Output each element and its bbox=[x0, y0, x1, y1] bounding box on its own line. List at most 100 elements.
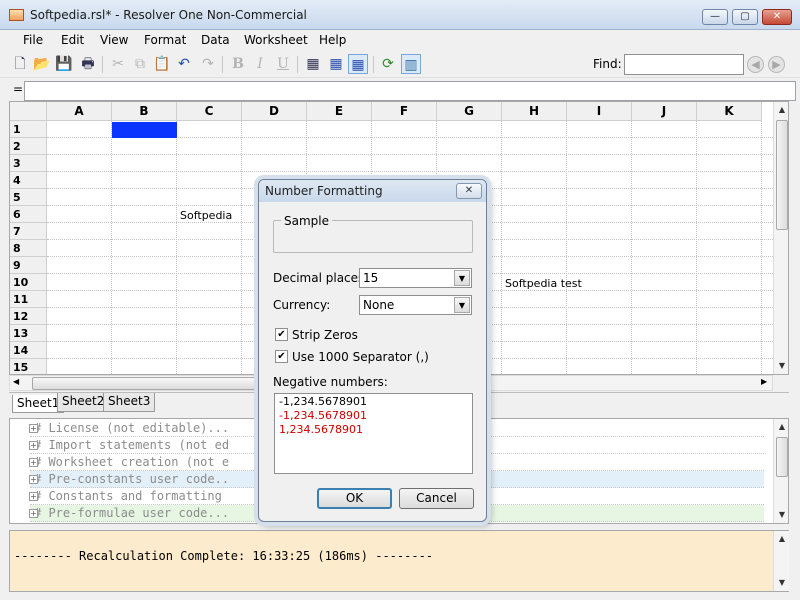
cell-h10[interactable]: Softpedia test bbox=[505, 277, 582, 290]
menu-worksheet[interactable]: Worksheet bbox=[244, 33, 308, 47]
column-header-i[interactable]: I bbox=[567, 102, 632, 121]
chevron-down-icon[interactable]: ▼ bbox=[454, 297, 470, 313]
separator-checkbox[interactable]: ✔ bbox=[275, 350, 288, 363]
open-folder-icon[interactable]: 📂 bbox=[32, 54, 52, 74]
negative-option[interactable]: 1,234.5678901 bbox=[279, 423, 363, 436]
minimize-button[interactable]: — bbox=[702, 9, 728, 25]
row-header-14[interactable]: 14 bbox=[10, 342, 47, 359]
grid-icon[interactable]: ▦ bbox=[326, 54, 346, 74]
negative-numbers-list[interactable]: -1,234.5678901 -1,234.5678901 1,234.5678… bbox=[274, 393, 473, 474]
column-header-g[interactable]: G bbox=[437, 102, 502, 121]
cell-c6[interactable]: Softpedia bbox=[180, 209, 232, 222]
scroll-down-icon[interactable]: ▼ bbox=[774, 575, 790, 591]
scroll-thumb[interactable] bbox=[776, 437, 788, 477]
new-file-icon[interactable]: 🗋 bbox=[10, 54, 30, 74]
sheet-tab-2[interactable]: Sheet2 bbox=[57, 393, 110, 412]
row-header-13[interactable]: 13 bbox=[10, 325, 47, 342]
expand-icon[interactable]: + bbox=[29, 509, 38, 518]
currency-select[interactable]: None ▼ bbox=[359, 295, 472, 315]
menu-format[interactable]: Format bbox=[144, 33, 186, 47]
row-header-5[interactable]: 5 bbox=[10, 189, 47, 206]
find-previous-icon[interactable]: ◀ bbox=[747, 56, 764, 73]
save-icon[interactable]: 💾 bbox=[54, 54, 74, 74]
scroll-up-icon[interactable]: ▲ bbox=[774, 531, 790, 547]
strip-zeros-checkbox[interactable]: ✔ bbox=[275, 328, 288, 341]
gridlines-toggle-icon[interactable]: ▦ bbox=[348, 54, 368, 74]
row-header-11[interactable]: 11 bbox=[10, 291, 47, 308]
grid-corner[interactable] bbox=[10, 102, 47, 121]
sheet-tab-3[interactable]: Sheet3 bbox=[103, 393, 156, 412]
italic-icon[interactable]: I bbox=[250, 54, 270, 74]
expand-icon[interactable]: + bbox=[29, 475, 38, 484]
row-header-3[interactable]: 3 bbox=[10, 155, 47, 172]
ok-button[interactable]: OK bbox=[317, 488, 392, 509]
scroll-thumb[interactable] bbox=[776, 120, 788, 230]
grid-vertical-scrollbar[interactable]: ▲ ▼ bbox=[773, 102, 788, 374]
cancel-button[interactable]: Cancel bbox=[399, 488, 474, 509]
row-header-6[interactable]: 6 bbox=[10, 206, 47, 223]
row-header-1[interactable]: 1 bbox=[10, 121, 47, 138]
print-icon[interactable]: 🖶 bbox=[78, 54, 98, 74]
negative-option[interactable]: -1,234.5678901 bbox=[279, 395, 367, 408]
scroll-up-icon[interactable]: ▲ bbox=[774, 102, 788, 118]
expand-icon[interactable]: + bbox=[29, 458, 38, 467]
border-icon[interactable]: ▦ bbox=[303, 54, 323, 74]
row-header-10[interactable]: 10 bbox=[10, 274, 47, 291]
close-button[interactable]: ✕ bbox=[762, 9, 792, 25]
grid-column-line bbox=[566, 121, 567, 374]
undo-icon[interactable]: ↶ bbox=[174, 54, 194, 74]
row-header-4[interactable]: 4 bbox=[10, 172, 47, 189]
recalculate-icon[interactable]: ⟳ bbox=[378, 54, 398, 74]
scroll-right-icon[interactable]: ▶ bbox=[761, 377, 767, 386]
scroll-down-icon[interactable]: ▼ bbox=[774, 358, 788, 374]
chevron-down-icon[interactable]: ▼ bbox=[454, 270, 470, 286]
row-header-9[interactable]: 9 bbox=[10, 257, 47, 274]
menu-view[interactable]: View bbox=[100, 33, 128, 47]
column-header-d[interactable]: D bbox=[242, 102, 307, 121]
expand-icon[interactable]: + bbox=[29, 441, 38, 450]
scroll-down-icon[interactable]: ▼ bbox=[774, 507, 788, 523]
bold-icon[interactable]: B bbox=[228, 54, 248, 74]
expand-icon[interactable]: + bbox=[29, 492, 38, 501]
redo-icon[interactable]: ↷ bbox=[198, 54, 218, 74]
column-header-b[interactable]: B bbox=[112, 102, 177, 121]
menu-file[interactable]: File bbox=[23, 33, 43, 47]
copy-icon[interactable]: ⧉ bbox=[130, 54, 150, 74]
menu-edit[interactable]: Edit bbox=[61, 33, 84, 47]
column-header-a[interactable]: A bbox=[47, 102, 112, 121]
scroll-up-icon[interactable]: ▲ bbox=[774, 419, 788, 435]
cut-icon[interactable]: ✂ bbox=[108, 54, 128, 74]
column-header-h[interactable]: H bbox=[502, 102, 567, 121]
dialog-title-bar[interactable]: Number Formatting ✕ bbox=[259, 180, 486, 202]
row-header-7[interactable]: 7 bbox=[10, 223, 47, 240]
decimal-places-select[interactable]: 15 ▼ bbox=[359, 268, 472, 288]
column-header-k[interactable]: K bbox=[697, 102, 762, 121]
maximize-button[interactable]: ▢ bbox=[732, 9, 758, 25]
column-header-c[interactable]: C bbox=[177, 102, 242, 121]
column-header-e[interactable]: E bbox=[307, 102, 372, 121]
menu-data[interactable]: Data bbox=[201, 33, 230, 47]
column-header-f[interactable]: F bbox=[372, 102, 437, 121]
dialog-close-button[interactable]: ✕ bbox=[456, 183, 482, 199]
find-input[interactable] bbox=[624, 54, 744, 75]
negative-option[interactable]: -1,234.5678901 bbox=[279, 409, 367, 422]
output-console: -------- Recalculation Complete: 16:33:2… bbox=[9, 530, 789, 592]
underline-icon[interactable]: U bbox=[273, 54, 293, 74]
row-header-2[interactable]: 2 bbox=[10, 138, 47, 155]
expand-icon[interactable]: + bbox=[29, 424, 38, 433]
formula-input[interactable] bbox=[24, 81, 796, 101]
scroll-left-icon[interactable]: ◀ bbox=[13, 377, 19, 386]
row-header-15[interactable]: 15 bbox=[10, 359, 47, 374]
chart-icon[interactable]: ▥ bbox=[401, 54, 421, 74]
column-header-j[interactable]: J bbox=[632, 102, 697, 121]
menu-bar: File Edit View Format Data Worksheet Hel… bbox=[0, 30, 800, 50]
paste-icon[interactable]: 📋 bbox=[152, 54, 172, 74]
row-header-8[interactable]: 8 bbox=[10, 240, 47, 257]
output-vertical-scrollbar[interactable]: ▲ ▼ bbox=[773, 531, 789, 591]
row-header-12[interactable]: 12 bbox=[10, 308, 47, 325]
menu-help[interactable]: Help bbox=[319, 33, 346, 47]
grid-column-line bbox=[761, 121, 762, 374]
find-next-icon[interactable]: ▶ bbox=[768, 56, 785, 73]
selected-cell-b1[interactable] bbox=[112, 122, 177, 138]
code-vertical-scrollbar[interactable]: ▲ ▼ bbox=[773, 419, 788, 523]
